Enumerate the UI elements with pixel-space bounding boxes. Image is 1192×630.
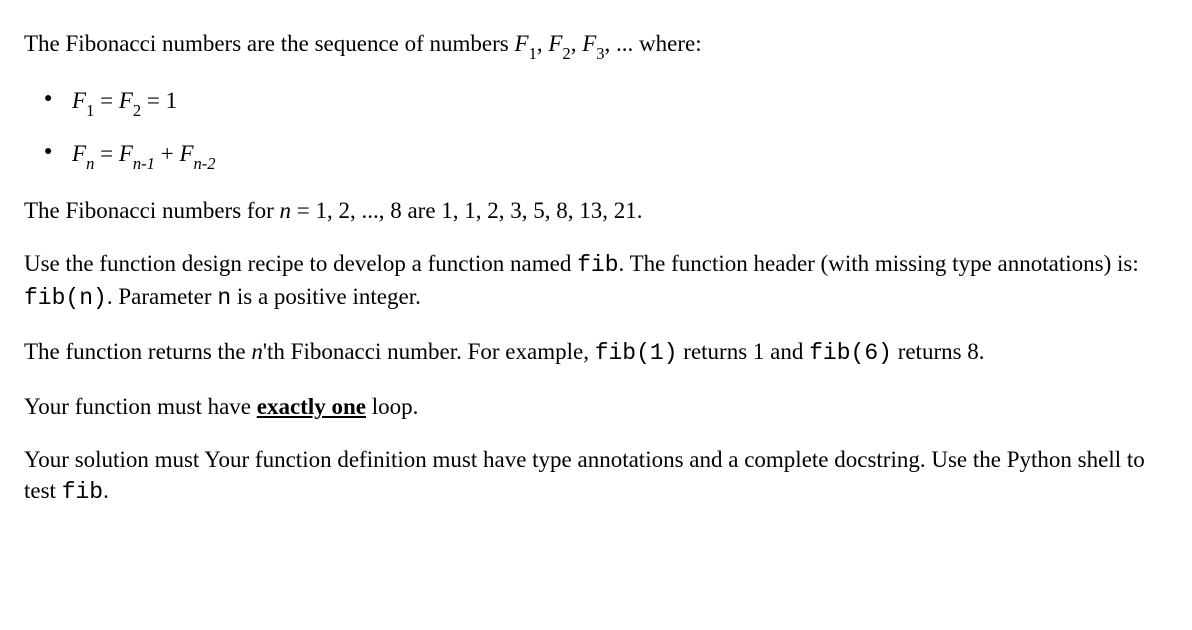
var-f: F [72, 141, 86, 166]
sub-2: 2 [562, 44, 570, 63]
text: Your solution must Your function definit… [24, 447, 1145, 503]
var-f3: F [582, 31, 596, 56]
sub-1: 1 [86, 101, 94, 120]
var-f: F [119, 141, 133, 166]
definition-list: F1 = F2 = 1 Fn = Fn-1 + Fn-2 [24, 85, 1168, 173]
text: = [94, 88, 118, 113]
var-f1: F [515, 31, 529, 56]
sub-1: 1 [529, 44, 537, 63]
text: = 1, 2, ..., 8 are 1, 1, 2, 3, 5, 8, 13,… [291, 198, 643, 223]
var-n: n [251, 339, 263, 364]
text: , [571, 31, 583, 56]
code-fib-n: fib(n) [24, 285, 107, 311]
text: 'th Fibonacci number. For example, [263, 339, 595, 364]
text: The Fibonacci numbers are the sequence o… [24, 31, 515, 56]
text: . The function header (with missing type… [619, 251, 1139, 276]
code-fib: fib [577, 252, 618, 278]
var-f: F [119, 88, 133, 113]
sub-n: n [86, 154, 94, 173]
sub-n1: n-1 [133, 154, 155, 173]
var-f: F [72, 88, 86, 113]
emphasis-exactly-one: exactly one [257, 394, 366, 419]
text: The Fibonacci numbers for [24, 198, 279, 223]
code-n: n [217, 285, 231, 311]
text: + [155, 141, 179, 166]
paragraph-intro: The Fibonacci numbers are the sequence o… [24, 28, 1168, 63]
text: The function returns the [24, 339, 251, 364]
bullet-base-case: F1 = F2 = 1 [72, 85, 1168, 120]
var-n: n [279, 198, 291, 223]
text: = 1 [141, 88, 177, 113]
text: Use the function design recipe to develo… [24, 251, 577, 276]
paragraph-docstring: Your solution must Your function definit… [24, 444, 1168, 508]
code-fib1: fib(1) [595, 340, 678, 366]
paragraph-loop-constraint: Your function must have exactly one loop… [24, 391, 1168, 422]
bullet-recursive-case: Fn = Fn-1 + Fn-2 [72, 138, 1168, 173]
text: . [103, 478, 109, 503]
text: returns 8. [892, 339, 985, 364]
text: returns 1 and [678, 339, 810, 364]
text: = [94, 141, 118, 166]
var-f2: F [548, 31, 562, 56]
text: , [537, 31, 549, 56]
text: Your function must have [24, 394, 257, 419]
sub-3: 3 [596, 44, 604, 63]
var-f: F [179, 141, 193, 166]
code-fib: fib [62, 479, 103, 505]
text: is a positive integer. [231, 284, 421, 309]
text: . Parameter [107, 284, 217, 309]
paragraph-return-example: The function returns the n'th Fibonacci … [24, 336, 1168, 369]
sub-n2: n-2 [194, 154, 216, 173]
paragraph-example-values: The Fibonacci numbers for n = 1, 2, ...,… [24, 195, 1168, 226]
sub-2: 2 [133, 101, 141, 120]
text: loop. [366, 394, 418, 419]
code-fib6: fib(6) [809, 340, 892, 366]
text: , ... where: [605, 31, 702, 56]
paragraph-function-design: Use the function design recipe to develo… [24, 248, 1168, 314]
